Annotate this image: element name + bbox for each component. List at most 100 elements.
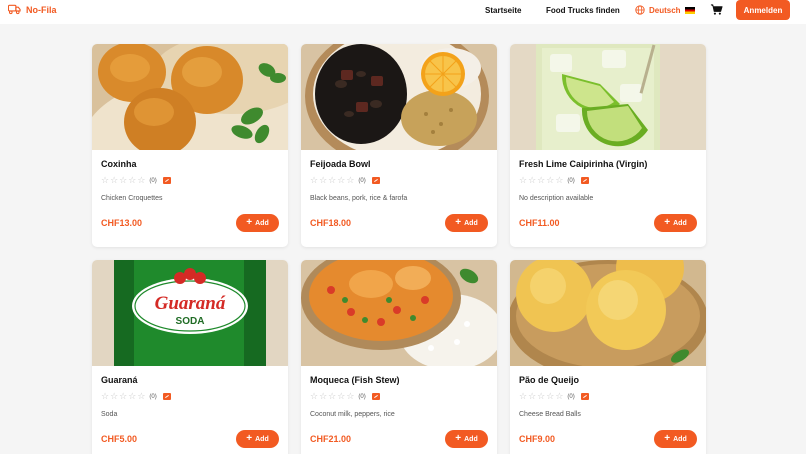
add-to-cart-button[interactable]: + Add	[445, 430, 488, 448]
star-icon: ☆	[519, 391, 528, 401]
product-description: Black beans, pork, rice & farofa	[310, 195, 408, 202]
star-icon: ☆	[119, 175, 128, 185]
nav-find-food-trucks-link[interactable]: Food Trucks finden	[546, 6, 620, 15]
add-to-cart-button[interactable]: + Add	[654, 214, 697, 232]
german-flag-icon	[684, 6, 695, 14]
star-icon: ☆	[110, 391, 119, 401]
add-label: Add	[255, 219, 269, 227]
star-icon: ☆	[137, 175, 146, 185]
brazil-badge-icon	[162, 393, 171, 400]
truck-icon	[8, 4, 21, 15]
star-icon: ☆	[328, 175, 337, 185]
plus-icon: +	[664, 217, 671, 228]
brazil-badge-icon	[371, 177, 380, 184]
star-icon: ☆	[546, 391, 555, 401]
product-title[interactable]: Guaraná	[101, 375, 138, 385]
product-price: CHF11.00	[519, 218, 560, 228]
language-selector[interactable]: Deutsch	[635, 5, 695, 15]
product-image-guarana: Guaraná SODA	[92, 260, 288, 366]
plus-icon: +	[664, 433, 671, 444]
star-icon: ☆	[337, 175, 346, 185]
star-icon: ☆	[319, 175, 328, 185]
product-description: Coconut milk, peppers, rice	[310, 411, 395, 418]
product-card-pao-de-queijo: Pão de Queijo ☆ ☆ ☆ ☆ ☆ (0) Cheese Bread Bal…	[510, 260, 706, 454]
plus-icon: +	[455, 433, 462, 444]
product-image-pao-de-queijo	[510, 260, 706, 366]
star-icon: ☆	[101, 391, 110, 401]
top-navigation-bar: No-Fila Startseite Food Trucks finden De…	[0, 0, 806, 24]
star-rating: ☆ ☆ ☆ ☆ ☆ (0)	[519, 176, 589, 185]
star-icon: ☆	[346, 391, 355, 401]
star-icon: ☆	[310, 175, 319, 185]
star-icon: ☆	[519, 175, 528, 185]
add-to-cart-button[interactable]: + Add	[236, 214, 279, 232]
star-icon: ☆	[128, 175, 137, 185]
rating-count: (0)	[358, 393, 366, 400]
language-label: Deutsch	[649, 5, 681, 15]
star-rating: ☆ ☆ ☆ ☆ ☆ (0)	[101, 176, 171, 185]
plus-icon: +	[246, 217, 253, 228]
login-button[interactable]: Anmelden	[736, 0, 790, 20]
rating-count: (0)	[358, 177, 366, 184]
product-description: No description available	[519, 195, 594, 202]
product-image-caipirinha	[510, 44, 706, 150]
can-brand-text: Guaraná	[155, 293, 226, 314]
product-image-feijoada-bowl	[301, 44, 497, 150]
star-icon: ☆	[528, 391, 537, 401]
add-to-cart-button[interactable]: + Add	[654, 430, 697, 448]
star-icon: ☆	[537, 175, 546, 185]
brazil-badge-icon	[580, 393, 589, 400]
product-image-coxinha	[92, 44, 288, 150]
star-icon: ☆	[337, 391, 346, 401]
brazil-badge-icon	[580, 177, 589, 184]
product-price: CHF21.00	[310, 434, 352, 444]
product-card-guarana: Guaraná SODA Guaraná ☆ ☆ ☆ ☆ ☆ (0) Soda CHF5…	[92, 260, 288, 454]
product-title[interactable]: Pão de Queijo	[519, 375, 579, 385]
add-label: Add	[464, 435, 478, 443]
nav-home-link[interactable]: Startseite	[485, 6, 521, 15]
product-description: Soda	[101, 411, 118, 418]
rating-count: (0)	[567, 393, 575, 400]
plus-icon: +	[246, 433, 253, 444]
brand-logo[interactable]: No-Fila	[8, 4, 57, 15]
product-title[interactable]: Feijoada Bowl	[310, 159, 371, 169]
star-icon: ☆	[555, 391, 564, 401]
star-icon: ☆	[110, 175, 119, 185]
can-soda-text: SODA	[176, 316, 205, 327]
product-title[interactable]: Fresh Lime Caipirinha (Virgin)	[519, 159, 647, 169]
star-icon: ☆	[555, 175, 564, 185]
star-icon: ☆	[319, 391, 328, 401]
globe-icon	[635, 5, 645, 15]
product-title[interactable]: Moqueca (Fish Stew)	[310, 375, 400, 385]
star-icon: ☆	[346, 175, 355, 185]
add-label: Add	[673, 435, 687, 443]
star-icon: ☆	[310, 391, 319, 401]
product-card-coxinha: Coxinha ☆ ☆ ☆ ☆ ☆ (0) Chicken Croquettes CHF…	[92, 44, 288, 247]
star-icon: ☆	[128, 391, 137, 401]
add-label: Add	[673, 219, 687, 227]
add-to-cart-button[interactable]: + Add	[236, 430, 279, 448]
star-icon: ☆	[119, 391, 128, 401]
star-rating: ☆ ☆ ☆ ☆ ☆ (0)	[101, 392, 171, 401]
star-rating: ☆ ☆ ☆ ☆ ☆ (0)	[310, 176, 380, 185]
rating-count: (0)	[149, 393, 157, 400]
product-description: Chicken Croquettes	[101, 195, 163, 202]
rating-count: (0)	[567, 177, 575, 184]
star-icon: ☆	[328, 391, 337, 401]
brazil-badge-icon	[162, 177, 171, 184]
product-price: CHF5.00	[101, 434, 138, 444]
product-image-moqueca	[301, 260, 497, 366]
shopping-cart-icon[interactable]	[710, 3, 723, 16]
product-price: CHF9.00	[519, 434, 556, 444]
star-icon: ☆	[101, 175, 110, 185]
product-description: Cheese Bread Balls	[519, 411, 581, 418]
rating-count: (0)	[149, 177, 157, 184]
add-label: Add	[255, 435, 269, 443]
star-rating: ☆ ☆ ☆ ☆ ☆ (0)	[519, 392, 589, 401]
brand-name: No-Fila	[26, 4, 57, 15]
add-to-cart-button[interactable]: + Add	[445, 214, 488, 232]
product-price: CHF18.00	[310, 218, 352, 228]
product-title[interactable]: Coxinha	[101, 159, 137, 169]
star-rating: ☆ ☆ ☆ ☆ ☆ (0)	[310, 392, 380, 401]
product-price: CHF13.00	[101, 218, 143, 228]
